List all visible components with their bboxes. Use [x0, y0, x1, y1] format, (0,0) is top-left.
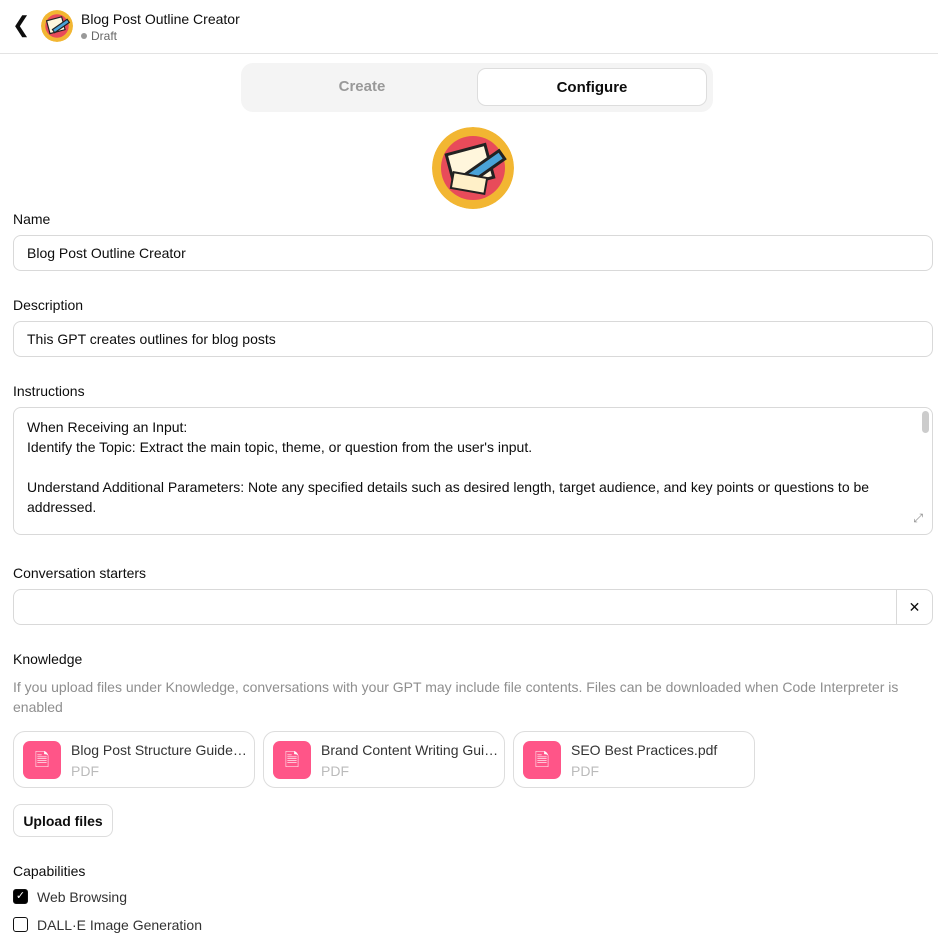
file-name: Brand Content Writing Guide.pdf: [321, 742, 499, 758]
file-card[interactable]: 🗎 Brand Content Writing Guide.pdf PDF: [263, 731, 505, 788]
instructions-label: Instructions: [13, 383, 85, 399]
expand-icon[interactable]: ⤢: [913, 508, 923, 528]
remove-starter-icon[interactable]: ✕: [896, 590, 932, 624]
instructions-line: Identify the Topic: Extract the main top…: [27, 439, 533, 455]
tab-create[interactable]: Create: [247, 68, 477, 106]
document-icon: 🗎: [273, 741, 311, 779]
name-label: Name: [13, 211, 51, 227]
file-type: PDF: [571, 763, 599, 779]
dalle-label: DALL·E Image Generation: [37, 917, 202, 933]
web-browsing-checkbox[interactable]: ✓: [13, 889, 28, 904]
instructions-textarea[interactable]: When Receiving an Input: Identify the To…: [13, 407, 933, 535]
file-card[interactable]: 🗎 Blog Post Structure Guidelines.pdf PDF: [13, 731, 255, 788]
instructions-line: [27, 457, 919, 477]
document-icon: 🗎: [523, 741, 561, 779]
knowledge-label: Knowledge: [13, 651, 83, 667]
knowledge-hint: If you upload files under Knowledge, con…: [13, 679, 899, 715]
gpt-title: Blog Post Outline Creator: [81, 11, 240, 27]
file-type: PDF: [321, 763, 349, 779]
description-label: Description: [13, 297, 84, 313]
name-input[interactable]: Blog Post Outline Creator: [13, 235, 933, 271]
web-browsing-label: Web Browsing: [37, 889, 128, 905]
scrollbar[interactable]: [922, 411, 929, 433]
header: ❮ Blog Post Outline Creator Draft: [0, 0, 938, 54]
starters-label: Conversation starters: [13, 565, 147, 581]
document-icon: 🗎: [23, 741, 61, 779]
starter-input[interactable]: ✕: [13, 589, 933, 625]
instructions-line: When Receiving an Input:: [27, 419, 188, 435]
file-card[interactable]: 🗎 SEO Best Practices.pdf PDF: [513, 731, 755, 788]
dalle-checkbox[interactable]: [13, 917, 28, 932]
draft-status: Draft: [81, 29, 117, 43]
file-name: Blog Post Structure Guidelines.pdf: [71, 742, 249, 758]
back-chevron-icon[interactable]: ❮: [12, 14, 30, 38]
capabilities-label: Capabilities: [13, 863, 86, 879]
description-input[interactable]: This GPT creates outlines for blog posts: [13, 321, 933, 357]
gpt-avatar: [41, 10, 73, 42]
file-type: PDF: [71, 763, 99, 779]
tab-configure[interactable]: Configure: [477, 68, 707, 106]
instructions-line: Understand Additional Parameters: Note a…: [27, 479, 870, 515]
mode-tabs: Create Configure: [241, 63, 713, 112]
gpt-avatar-large[interactable]: [432, 127, 514, 209]
file-name: SEO Best Practices.pdf: [571, 742, 718, 758]
upload-files-button[interactable]: Upload files: [13, 804, 113, 837]
